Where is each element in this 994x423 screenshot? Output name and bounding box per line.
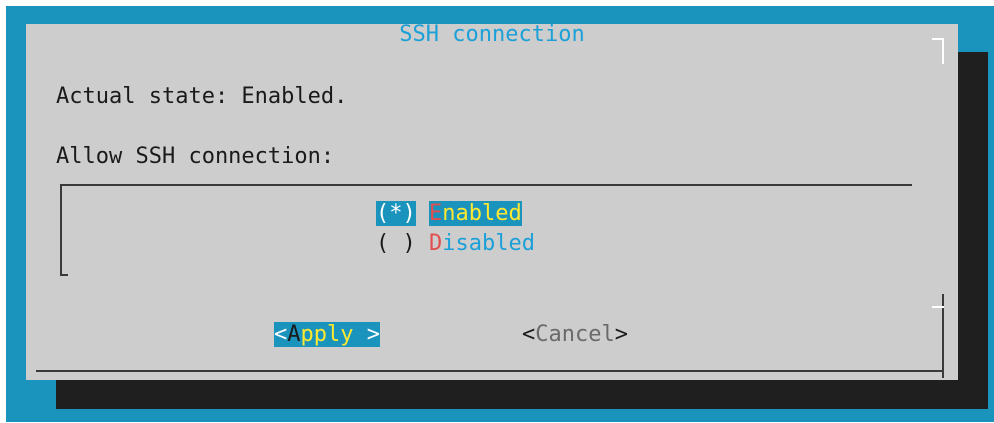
dialog-title: SSH connection: [399, 22, 585, 47]
radio-marker-enabled: (*): [376, 201, 416, 226]
apply-right-bracket: >: [353, 322, 380, 347]
radio-label-disabled: isabled: [442, 231, 535, 256]
apply-left-bracket: <: [274, 322, 288, 347]
cancel-left-bracket: <: [522, 322, 536, 347]
apply-label: pply: [300, 322, 354, 347]
list-bottom-corner: [60, 274, 68, 276]
hotkey-d: D: [429, 231, 443, 256]
allow-ssh-prompt: Allow SSH connection:: [56, 144, 335, 169]
radio-option-disabled[interactable]: ( ) Disabled: [376, 230, 535, 258]
cancel-button[interactable]: <Cancel>: [522, 320, 628, 350]
list-left-border: [60, 184, 62, 276]
cancel-right-bracket: >: [614, 322, 628, 347]
radio-option-enabled[interactable]: (*) Enabled: [376, 200, 522, 228]
radio-label-enabled: nabled: [442, 201, 522, 226]
cancel-label: Cancel: [535, 322, 615, 347]
ssh-dialog: SSH connection Actual state: Enabled. Al…: [26, 22, 958, 380]
radio-marker-disabled: ( ): [376, 231, 416, 256]
list-top-border: [60, 184, 912, 186]
hotkey-e: E: [429, 201, 443, 226]
frame-separator-line: [932, 306, 944, 308]
apply-hotkey: A: [287, 322, 301, 347]
frame-bottom-line: [36, 370, 944, 372]
actual-state-text: Actual state: Enabled.: [56, 84, 348, 109]
apply-button[interactable]: <Apply >: [274, 320, 380, 350]
